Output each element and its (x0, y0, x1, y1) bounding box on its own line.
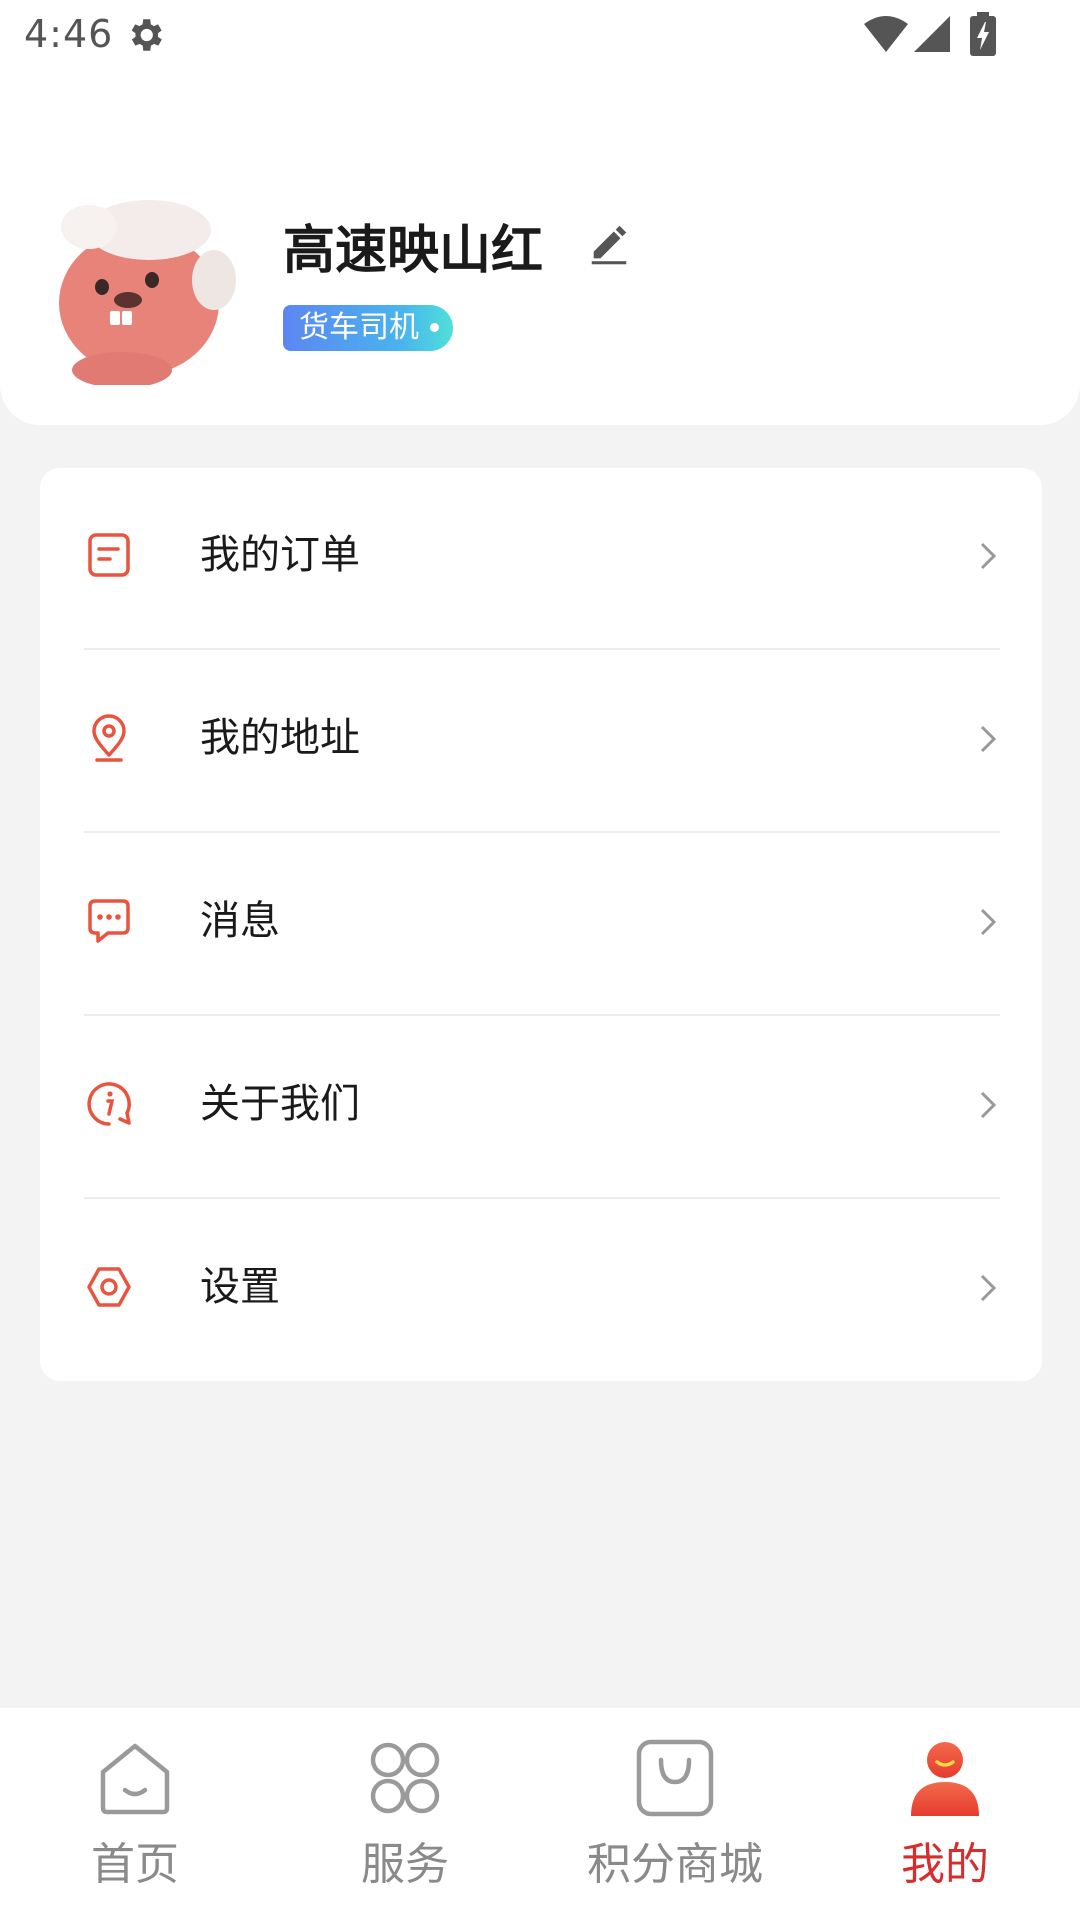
bottom-nav: 首页 服务 积分商城 我的 (0, 1708, 1080, 1920)
home-icon (100, 1743, 170, 1815)
menu-item-label: 关于我们 (200, 1081, 360, 1127)
nav-label: 积分商城 (587, 1839, 763, 1890)
chevron-right-icon (980, 542, 997, 570)
nav-home[interactable]: 首页 (0, 1708, 270, 1920)
battery-charging-icon (970, 12, 996, 56)
nav-label: 首页 (91, 1839, 179, 1890)
status-time: 4:46 (24, 12, 114, 56)
services-grid-icon (370, 1742, 440, 1814)
badge-dot (430, 323, 439, 332)
menu-item-orders[interactable]: 我的订单 (84, 468, 1000, 651)
chevron-right-icon (980, 908, 997, 936)
menu-item-address[interactable]: 我的地址 (84, 651, 1000, 834)
profile-person-icon (911, 1742, 979, 1816)
avatar[interactable] (44, 185, 244, 385)
role-badge-label: 货车司机 (299, 310, 419, 345)
nav-mine[interactable]: 我的 (810, 1708, 1080, 1920)
signal-icon (914, 16, 950, 52)
order-document-icon (88, 533, 130, 577)
location-pin-icon (92, 714, 126, 762)
shopping-bag-icon (636, 1739, 714, 1817)
divider (84, 831, 1000, 833)
nav-label: 我的 (901, 1839, 989, 1890)
info-icon (87, 1082, 131, 1126)
menu-item-label: 消息 (200, 898, 280, 944)
divider (84, 648, 1000, 650)
role-badge: 货车司机 (283, 305, 453, 351)
nav-points-mall[interactable]: 积分商城 (540, 1708, 810, 1920)
settings-hexagon-icon (87, 1267, 131, 1307)
menu-item-messages[interactable]: 消息 (84, 834, 1000, 1017)
status-bar: 4:46 (0, 0, 1080, 70)
menu-item-label: 设置 (200, 1264, 280, 1310)
gear-icon (131, 19, 162, 51)
username: 高速映山红 (283, 221, 544, 281)
menu-card: 我的订单 我的地址 消息 关于我们 设置 (40, 468, 1042, 1381)
menu-item-settings[interactable]: 设置 (84, 1200, 1000, 1383)
chevron-right-icon (980, 725, 997, 753)
nav-services[interactable]: 服务 (270, 1708, 540, 1920)
profile-header: 高速映山红 货车司机 (0, 70, 1080, 425)
nav-label: 服务 (361, 1839, 449, 1890)
message-bubble-icon (88, 899, 130, 943)
chevron-right-icon (980, 1091, 997, 1119)
divider (84, 1014, 1000, 1016)
divider (84, 1197, 1000, 1199)
wifi-icon (864, 16, 908, 52)
chevron-right-icon (980, 1274, 997, 1302)
menu-item-about-us[interactable]: 关于我们 (84, 1017, 1000, 1200)
menu-item-label: 我的订单 (200, 532, 360, 578)
pencil-icon[interactable] (586, 220, 632, 266)
menu-item-label: 我的地址 (200, 715, 360, 761)
